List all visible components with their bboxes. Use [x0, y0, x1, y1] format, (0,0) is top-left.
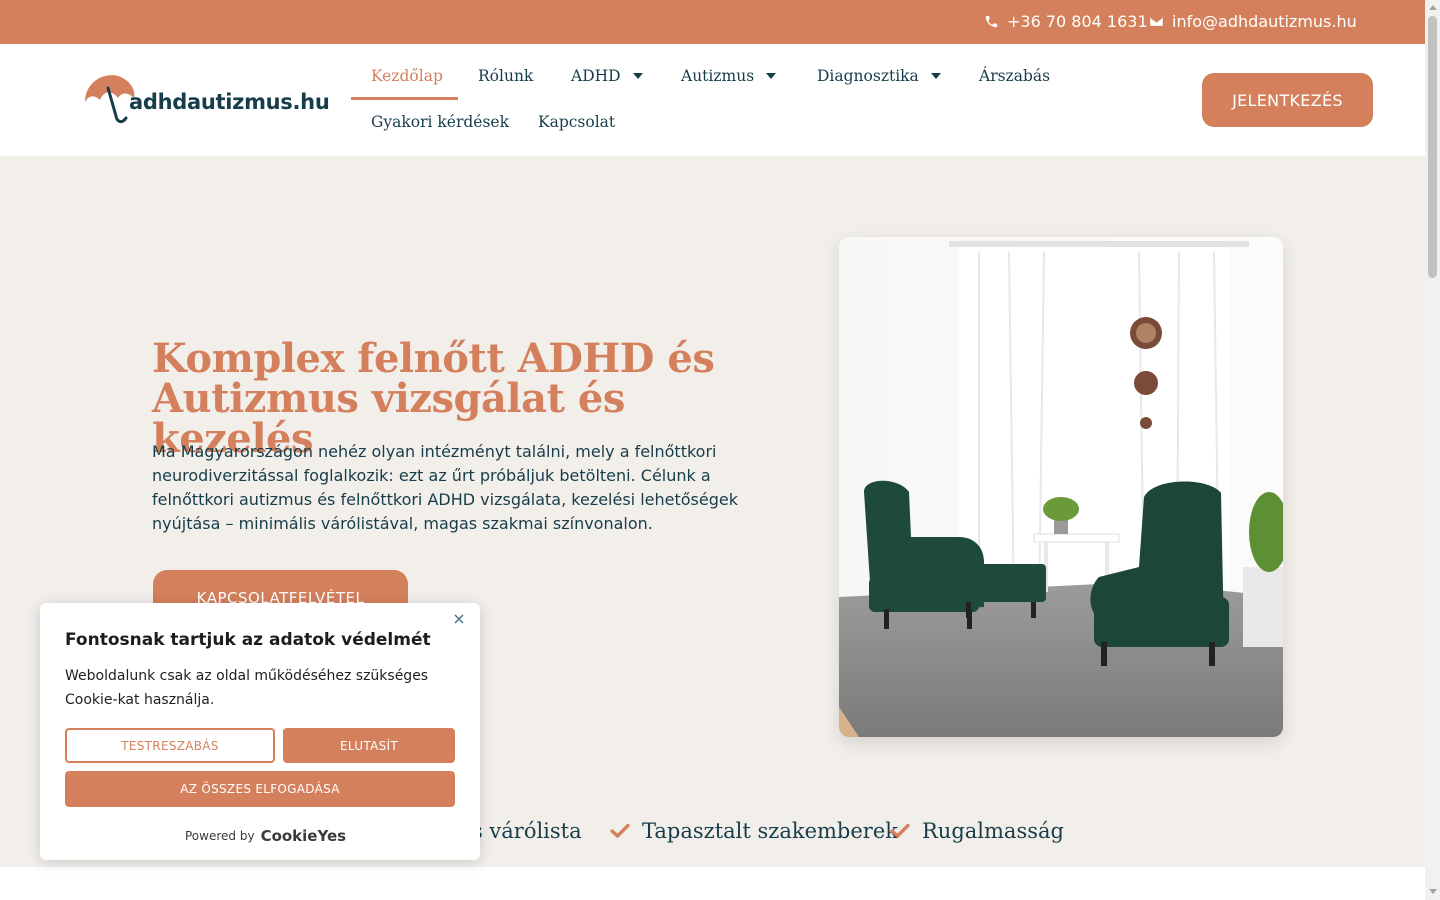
nav-diagnosztika[interactable]: Diagnosztika — [817, 67, 941, 85]
powered-by: Powered by CookieYes — [185, 827, 346, 845]
chevron-down-icon — [930, 73, 941, 79]
phone-icon — [985, 15, 998, 28]
nav-label: Kezdőlap — [371, 67, 443, 85]
customize-button[interactable]: TESTRESZABÁS — [65, 728, 275, 763]
nav-label: Autizmus — [681, 67, 755, 85]
page-scrollbar[interactable] — [1425, 0, 1440, 900]
chevron-down-icon — [766, 73, 777, 79]
scrollbar-thumb[interactable] — [1428, 16, 1437, 278]
accept-all-button[interactable]: AZ ÖSSZES ELFOGADÁSA — [65, 771, 455, 807]
therapy-room-photo — [839, 237, 1283, 737]
nav-rolunk[interactable]: Rólunk — [478, 67, 533, 85]
cookieyes-logo[interactable]: CookieYes — [261, 827, 347, 845]
close-icon[interactable] — [452, 612, 466, 626]
envelope-icon — [1150, 17, 1163, 26]
cookie-description: Weboldalunk csak az oldal működéséhez sz… — [65, 668, 429, 708]
nav-autizmus[interactable]: Autizmus — [681, 67, 777, 85]
top-contact-bar: +36 70 804 1631 info@adhdautizmus.hu — [0, 0, 1425, 44]
nav-label: Kapcsolat — [538, 113, 616, 131]
cookie-title: Fontosnak tartjuk az adatok védelmét — [65, 630, 431, 650]
active-nav-underline — [351, 97, 458, 100]
scroll-down-icon[interactable] — [1429, 889, 1437, 894]
nav-kezdolap[interactable]: Kezdőlap — [371, 67, 443, 85]
check-icon — [890, 823, 910, 838]
reject-button[interactable]: ELUTASÍT — [283, 728, 455, 763]
email-link[interactable]: info@adhdautizmus.hu — [1149, 12, 1357, 31]
site-header: adhdautizmus.hu Kezdőlap Rólunk ADHD Aut… — [0, 44, 1425, 156]
cookie-consent-banner: Fontosnak tartjuk az adatok védelmét Web… — [40, 603, 480, 860]
site-logo[interactable]: adhdautizmus.hu — [82, 72, 334, 130]
email-address: info@adhdautizmus.hu — [1172, 12, 1357, 31]
nav-label: Gyakori kérdések — [371, 113, 509, 131]
nav-arszabas[interactable]: Árszabás — [979, 67, 1050, 85]
check-icon — [610, 823, 630, 838]
therapy-room-illustration — [839, 237, 1283, 737]
feature-experienced-specialists: Tapasztalt szakemberek — [610, 819, 898, 843]
nav-adhd[interactable]: ADHD — [571, 67, 643, 85]
scroll-up-icon[interactable] — [1429, 5, 1437, 10]
nav-kapcsolat[interactable]: Kapcsolat — [538, 113, 615, 131]
nav-label: Diagnosztika — [817, 67, 919, 85]
nav-label: Rólunk — [478, 67, 534, 85]
jelentkezes-button[interactable]: JELENTKEZÉS — [1202, 73, 1373, 127]
feature-label: Rugalmasság — [922, 819, 1064, 843]
powered-by-label: Powered by — [185, 829, 255, 843]
chevron-down-icon — [632, 73, 643, 79]
phone-link[interactable]: +36 70 804 1631 — [984, 12, 1148, 31]
nav-label: ADHD — [571, 67, 621, 85]
feature-label: Tapasztalt szakemberek — [642, 819, 898, 843]
hero-description: Ma Magyarországon nehéz olyan intézményt… — [152, 442, 738, 533]
nav-label: Árszabás — [979, 67, 1051, 85]
logo-text: adhdautizmus.hu — [129, 90, 330, 114]
phone-number: +36 70 804 1631 — [1007, 12, 1148, 31]
nav-gyakori-kerdesek[interactable]: Gyakori kérdések — [371, 113, 509, 131]
feature-flexibility: Rugalmasság — [890, 819, 1064, 843]
